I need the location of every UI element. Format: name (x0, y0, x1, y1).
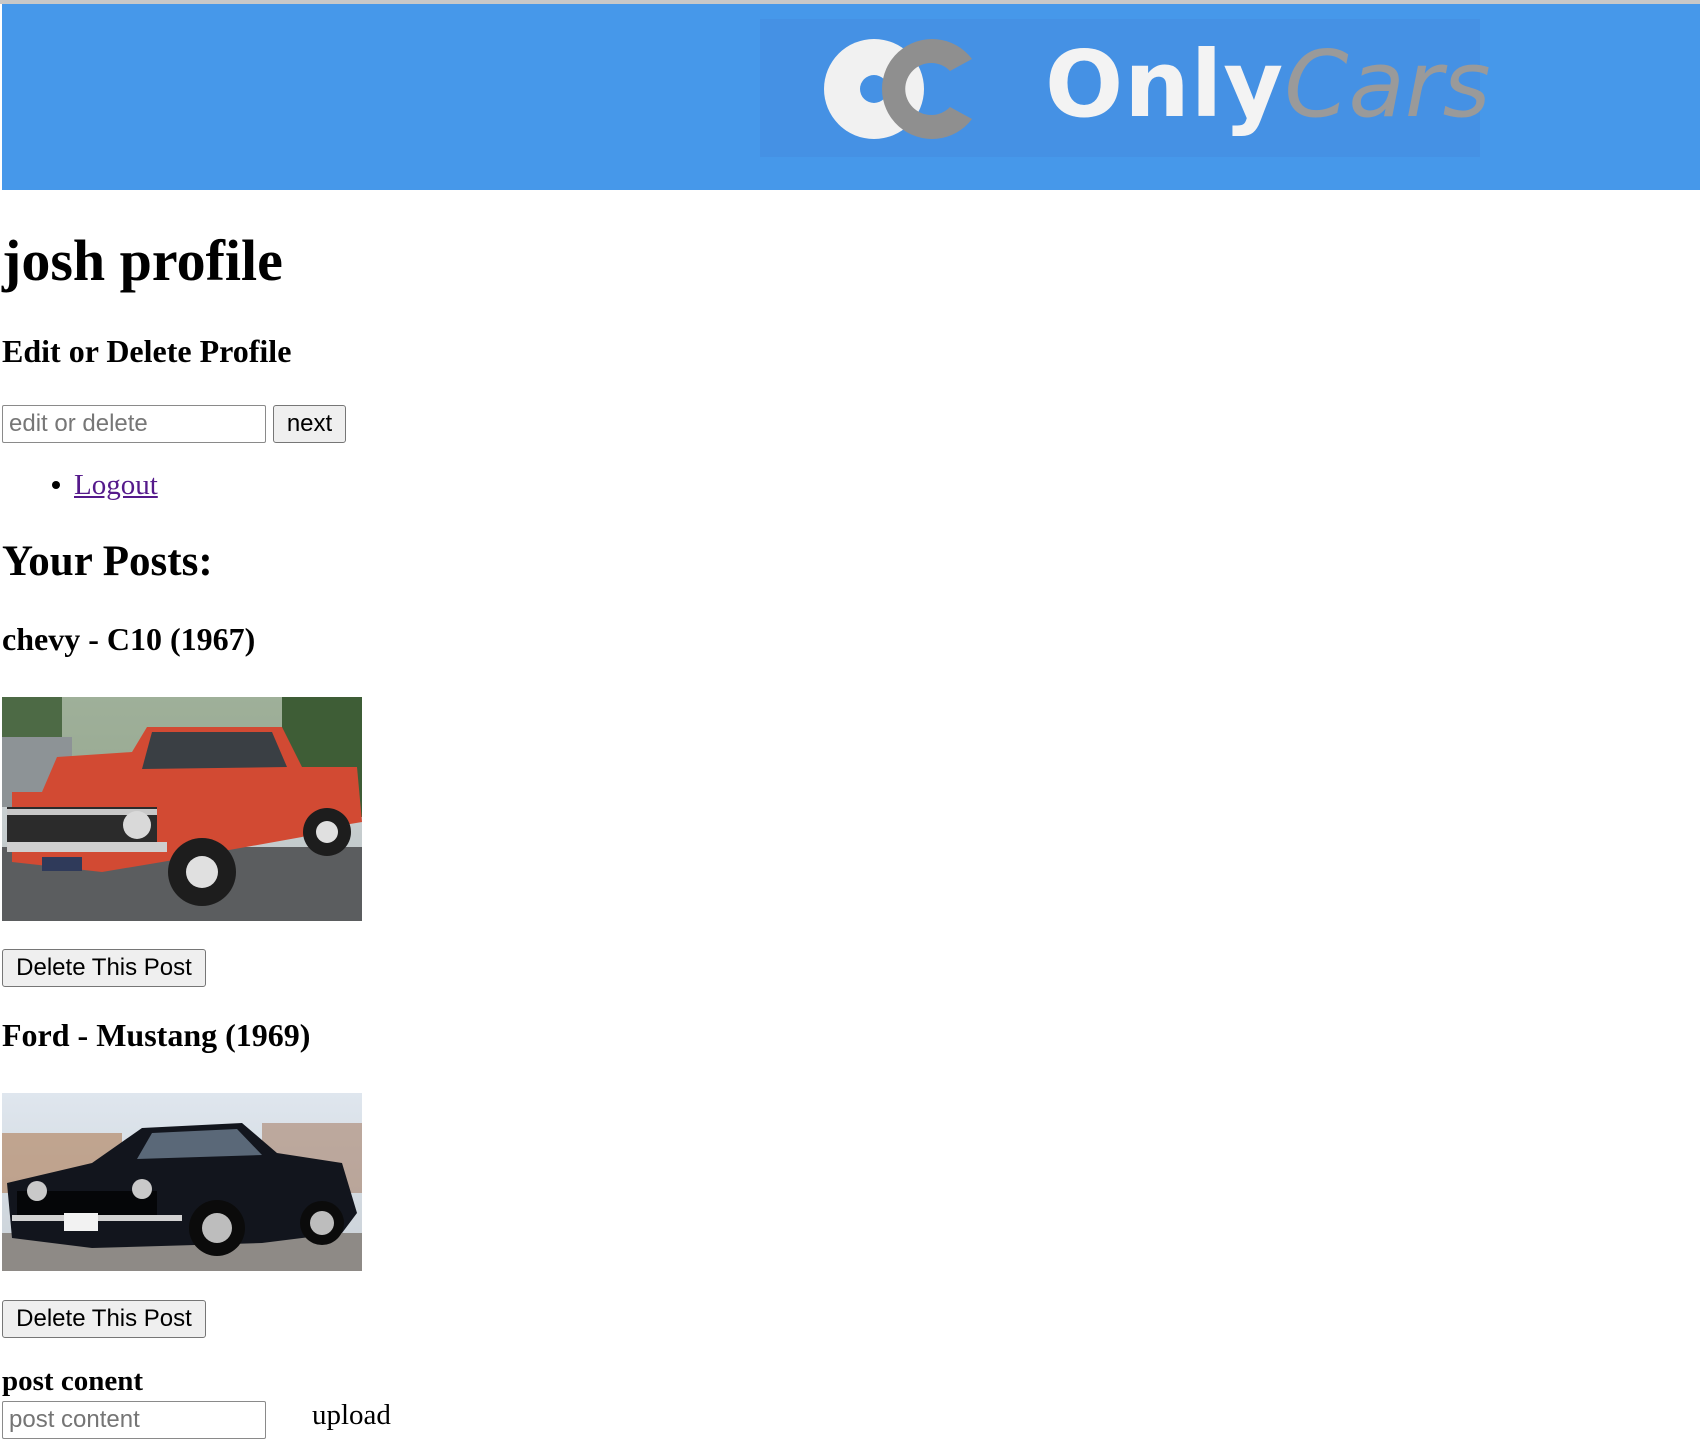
logo-word-only: Only (1045, 31, 1285, 138)
nav-item-logout: Logout (2, 468, 158, 502)
site-header: OnlyCars (2, 4, 1700, 190)
edit-profile-heading: Edit or Delete Profile (2, 333, 292, 369)
oc-logo-mark-icon (824, 39, 972, 139)
logout-link[interactable]: Logout (74, 469, 158, 501)
page-title: josh profile (2, 228, 283, 293)
red-pickup-truck-photo-icon (2, 697, 362, 921)
post-title: Ford - Mustang (1969) (2, 1017, 311, 1053)
post-title: chevy - C10 (1967) (2, 621, 256, 657)
logo-word-cars: Cars (1284, 31, 1491, 138)
delete-post-button[interactable]: Delete This Post (2, 949, 206, 987)
post-content-input[interactable] (2, 1401, 266, 1439)
upload-label[interactable]: upload (312, 1398, 391, 1432)
delete-post-button[interactable]: Delete This Post (2, 1300, 206, 1338)
profile-nav-list: Logout (2, 468, 158, 502)
post-image-chevy-c10 (2, 697, 362, 921)
edit-or-delete-input[interactable] (2, 405, 266, 443)
post-content-label: post conent (2, 1365, 143, 1397)
post-image-ford-mustang (2, 1093, 362, 1271)
logo-wordmark: OnlyCars (1045, 25, 1491, 145)
black-muscle-car-photo-icon (2, 1093, 362, 1271)
bullet-icon (52, 481, 60, 489)
your-posts-heading: Your Posts: (2, 538, 213, 585)
next-button[interactable]: next (273, 405, 346, 443)
onlycars-logo[interactable]: OnlyCars (760, 19, 1491, 157)
